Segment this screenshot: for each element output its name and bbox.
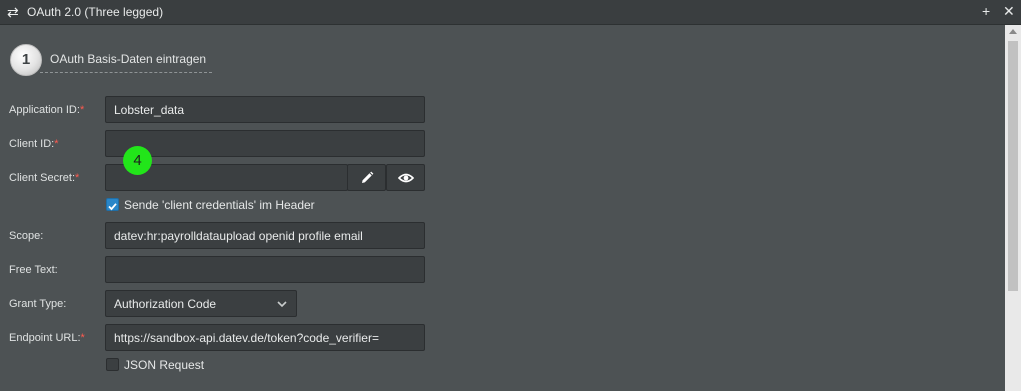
annotation-badge: 4 <box>123 146 152 175</box>
vertical-scrollbar[interactable] <box>1005 25 1021 391</box>
client-id-input[interactable] <box>105 130 425 157</box>
window-title: OAuth 2.0 (Three legged) <box>27 5 164 19</box>
step-title: OAuth Basis-Daten eintragen <box>50 52 207 66</box>
edit-secret-button[interactable] <box>347 164 386 191</box>
scroll-up-arrow-icon[interactable] <box>1009 29 1017 34</box>
json-request-label[interactable]: JSON Request <box>124 358 204 372</box>
show-secret-button[interactable] <box>386 164 425 191</box>
required-marker: * <box>79 104 85 116</box>
required-marker: * <box>54 138 59 150</box>
scroll-thumb[interactable] <box>1008 41 1018 291</box>
free-text-input[interactable] <box>105 256 425 283</box>
client-secret-label: Client Secret:* <box>9 172 80 184</box>
application-id-label: Application ID:* <box>9 104 85 116</box>
close-icon[interactable]: ✕ <box>1003 2 1015 20</box>
checkmark-icon <box>108 203 117 211</box>
scope-label: Scope: <box>9 230 44 242</box>
eye-icon <box>397 173 414 183</box>
endpoint-url-label: Endpoint URL:* <box>9 332 85 344</box>
maximize-plus-icon[interactable]: + <box>982 2 990 20</box>
grant-type-value: Authorization Code <box>114 297 217 311</box>
step-number-badge: 1 <box>10 44 42 76</box>
json-request-checkbox[interactable] <box>106 358 119 371</box>
client-id-label: Client ID:* <box>9 138 59 150</box>
required-marker: * <box>75 172 80 184</box>
pencil-icon <box>361 171 373 183</box>
send-credentials-checkbox[interactable] <box>106 198 119 211</box>
grant-type-label: Grant Type: <box>9 298 67 310</box>
scope-input[interactable]: datev:hr:payrolldataupload openid profil… <box>105 222 425 249</box>
send-credentials-label[interactable]: Sende 'client credentials' im Header <box>124 198 315 212</box>
chevron-down-icon <box>277 301 287 308</box>
title-bar: ⇄ OAuth 2.0 (Three legged) + ✕ <box>0 0 1021 25</box>
application-id-input[interactable]: Lobster_data <box>105 96 425 123</box>
endpoint-url-input[interactable]: https://sandbox-api.datev.de/token?code_… <box>105 324 425 351</box>
step-divider <box>40 72 212 73</box>
free-text-label: Free Text: <box>9 264 58 276</box>
required-marker: * <box>80 332 85 344</box>
swap-arrows-icon: ⇄ <box>7 4 19 20</box>
grant-type-select[interactable]: Authorization Code <box>105 290 297 317</box>
